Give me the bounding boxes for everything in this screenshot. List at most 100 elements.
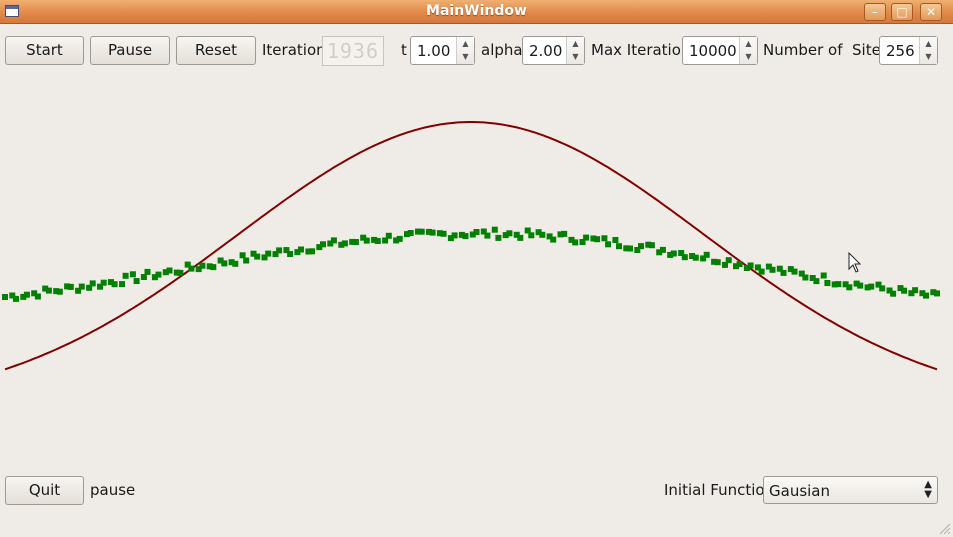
site-point — [45, 287, 52, 294]
close-button[interactable]: ✕ — [920, 3, 942, 21]
title-bar: MainWindow – □ ✕ — [0, 0, 953, 24]
pause-button[interactable]: Pause — [90, 36, 170, 65]
site-point — [309, 248, 315, 255]
t-label: t — [401, 41, 407, 59]
site-point — [276, 247, 283, 254]
site-point — [601, 235, 608, 242]
site-point — [100, 279, 107, 286]
site-point — [243, 257, 250, 264]
initial-function-value: Gausian — [769, 482, 831, 500]
max-iteration-value: 10000 — [689, 42, 737, 60]
site-point — [166, 267, 173, 274]
site-point — [407, 230, 414, 236]
sites-spin-arrows-icon[interactable]: ▲ ▼ — [919, 37, 937, 64]
site-point — [144, 268, 151, 275]
site-point — [879, 285, 886, 292]
site-point — [78, 283, 85, 290]
site-point — [429, 229, 436, 236]
quit-button[interactable]: Quit — [5, 476, 84, 505]
site-point — [791, 268, 798, 275]
site-point — [440, 230, 447, 237]
max-iteration-spinbox[interactable]: 10000 ▲ ▼ — [682, 36, 758, 65]
site-point — [177, 269, 184, 276]
site-point — [363, 237, 370, 244]
start-button[interactable]: Start — [5, 36, 84, 65]
alpha-spin-arrows-icon[interactable]: ▲ ▼ — [566, 37, 584, 64]
site-point — [692, 254, 699, 261]
current-state-points — [2, 226, 940, 302]
site-point — [703, 251, 710, 258]
maximize-button[interactable]: □ — [891, 3, 913, 21]
site-point — [67, 283, 74, 290]
sites-value: 256 — [886, 42, 915, 60]
mouse-cursor-icon — [848, 252, 862, 273]
site-point — [254, 253, 261, 260]
minimize-button[interactable]: – — [864, 3, 886, 21]
site-point — [648, 242, 655, 249]
t-value: 1.00 — [417, 42, 451, 60]
site-point — [605, 241, 612, 248]
initial-function-select[interactable]: Gausian ▲ ▼ — [763, 476, 938, 504]
site-point — [155, 271, 162, 278]
site-point — [473, 229, 480, 235]
site-point — [188, 265, 195, 272]
site-point — [34, 293, 41, 300]
t-spinbox[interactable]: 1.00 ▲ ▼ — [410, 36, 475, 65]
alpha-spinbox[interactable]: 2.00 ▲ ▼ — [522, 36, 585, 65]
resize-grip-icon[interactable] — [937, 521, 951, 535]
site-point — [890, 290, 897, 297]
site-point — [239, 252, 246, 259]
site-point — [813, 278, 820, 285]
site-point — [13, 295, 19, 302]
site-point — [583, 234, 590, 241]
site-point — [627, 245, 633, 252]
site-point — [418, 228, 425, 235]
site-point — [934, 290, 940, 297]
iteration-label: Iteration — [262, 41, 326, 59]
site-point — [824, 280, 831, 286]
site-point — [484, 232, 491, 239]
site-point — [612, 237, 619, 243]
site-point — [330, 237, 337, 244]
t-spin-arrows-icon[interactable]: ▲ ▼ — [456, 37, 474, 64]
site-point — [56, 288, 63, 295]
site-point — [506, 230, 513, 237]
site-point — [857, 282, 864, 289]
site-point — [912, 287, 919, 294]
site-point — [451, 232, 458, 239]
site-point — [539, 231, 546, 238]
site-point — [659, 246, 666, 253]
site-point — [572, 239, 579, 246]
site-point — [210, 264, 217, 271]
site-point — [129, 271, 136, 278]
status-label: pause — [90, 481, 136, 499]
reset-button[interactable]: Reset — [176, 36, 256, 65]
initial-function-label: Initial Function — [664, 481, 775, 499]
site-point — [758, 268, 765, 275]
site-point — [385, 232, 392, 239]
alpha-value: 2.00 — [529, 42, 563, 60]
site-point — [638, 243, 644, 250]
site-point — [670, 250, 677, 257]
site-point — [111, 281, 118, 288]
site-point — [747, 262, 754, 269]
site-point — [517, 234, 524, 241]
site-point — [846, 284, 853, 291]
sites-spinbox[interactable]: 256 ▲ ▼ — [879, 36, 938, 65]
site-point — [923, 292, 929, 299]
site-point — [491, 226, 498, 233]
site-point — [769, 266, 776, 273]
site-point — [119, 281, 125, 288]
site-point — [122, 272, 129, 279]
site-point — [352, 239, 359, 245]
max-iteration-spin-arrows-icon[interactable]: ▲ ▼ — [739, 37, 757, 64]
site-point — [725, 257, 732, 264]
site-point — [89, 280, 96, 287]
site-point — [396, 235, 403, 242]
site-point — [835, 281, 842, 288]
max-iteration-label: Max Iteration — [591, 41, 691, 59]
site-point — [221, 260, 228, 267]
site-point — [616, 243, 622, 250]
site-point — [550, 236, 557, 243]
window-title: MainWindow — [426, 3, 527, 19]
